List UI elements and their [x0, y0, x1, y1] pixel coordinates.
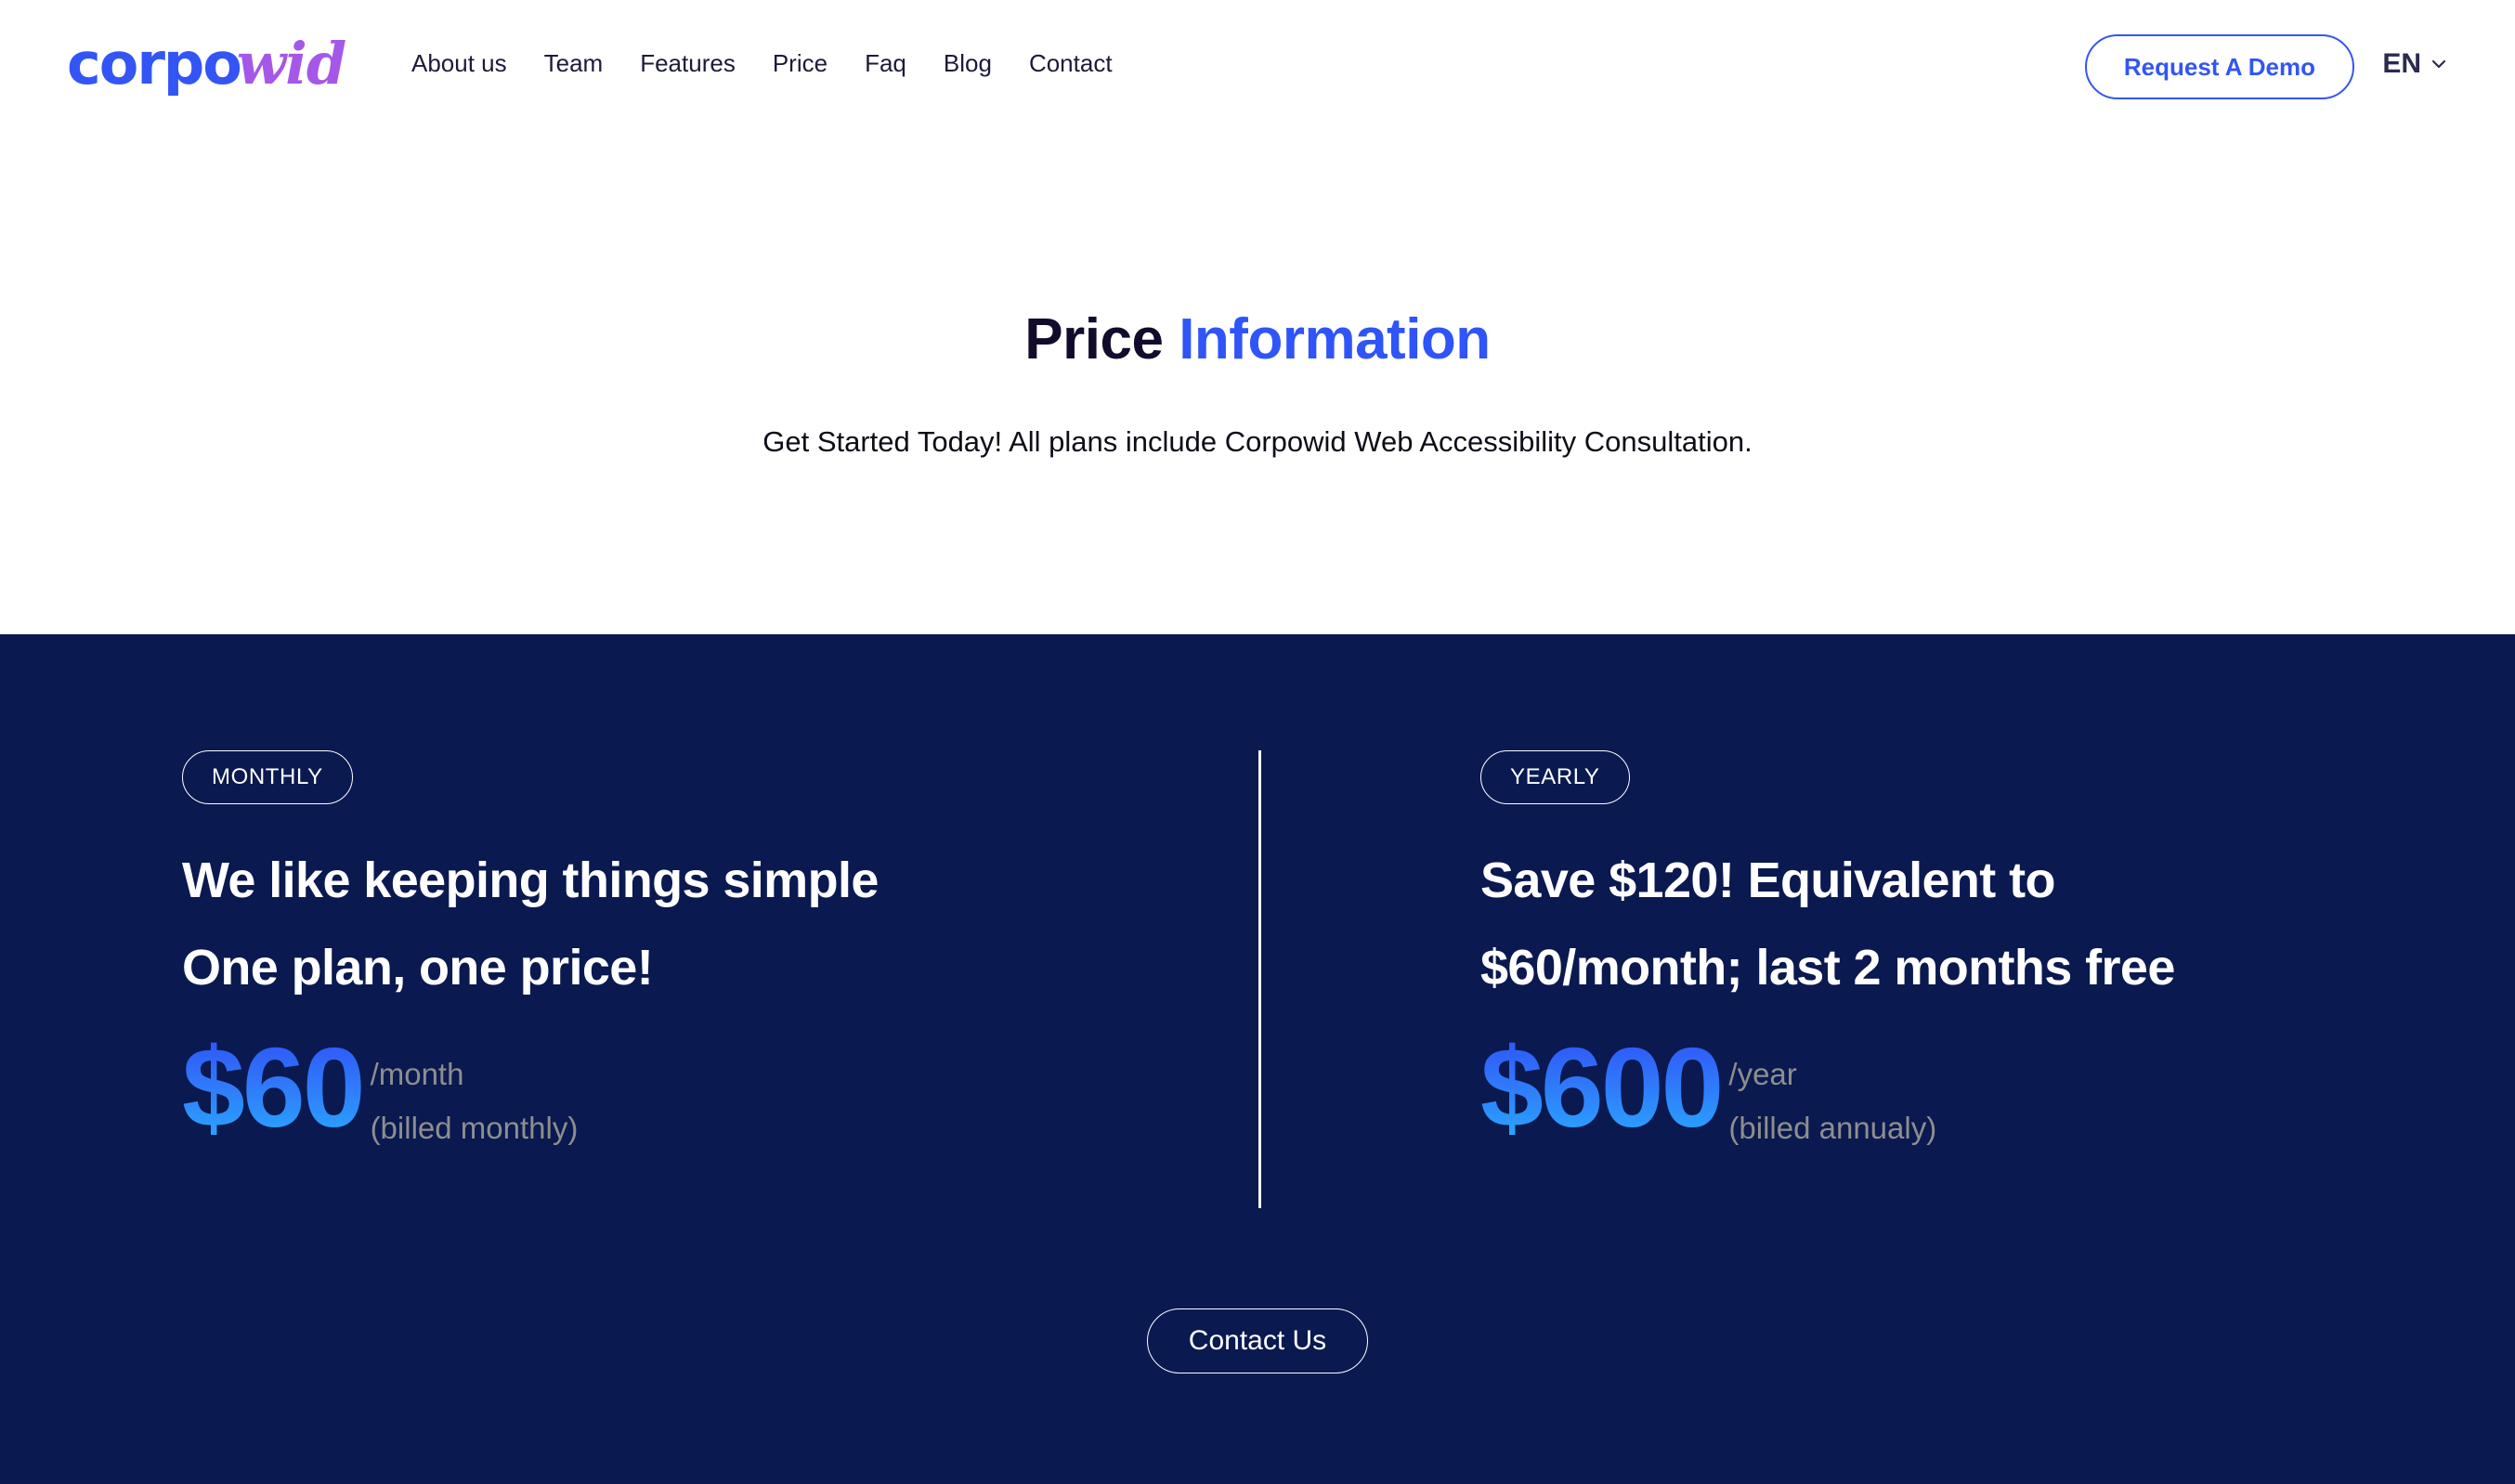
plan-price-period-yearly: /year	[1728, 1057, 1797, 1091]
contact-us-button[interactable]: Contact Us	[1146, 1308, 1369, 1373]
plan-price-meta-yearly: /year (billed annualy)	[1728, 1036, 1936, 1155]
logo-text-primary: corpo	[67, 30, 242, 98]
page-title: Price Information	[0, 306, 2515, 374]
nav-item-price[interactable]: Price	[754, 48, 846, 78]
contact-button-wrapper: Contact Us	[0, 1308, 2515, 1373]
language-selector[interactable]: EN	[2382, 48, 2448, 80]
page-root: corpowid About us Team Features Price Fa…	[0, 0, 2515, 1484]
plan-price-row-monthly: $60 /month (billed monthly)	[182, 1024, 1204, 1155]
language-label: EN	[2382, 48, 2421, 79]
plan-billing-note-yearly: (billed annualy)	[1728, 1111, 1937, 1145]
plan-headline-line-1: We like keeping things simple	[182, 853, 879, 908]
plan-headline-line-2: One plan, one price!	[182, 940, 654, 996]
nav-item-faq[interactable]: Faq	[846, 48, 925, 78]
nav-item-contact[interactable]: Contact	[1010, 48, 1131, 78]
plan-headline-yearly: Save $120! Equivalent to $60/month; last…	[1480, 837, 2502, 1011]
plan-price-amount-monthly: $60	[182, 1024, 366, 1151]
nav-item-about-us[interactable]: About us	[411, 48, 526, 78]
primary-navigation: About us Team Features Price Faq Blog Co…	[411, 48, 1131, 78]
nav-item-features[interactable]: Features	[621, 48, 754, 78]
site-header: corpowid About us Team Features Price Fa…	[0, 0, 2515, 156]
chevron-down-icon	[2430, 55, 2448, 73]
nav-item-team[interactable]: Team	[526, 48, 622, 78]
pricing-section: MONTHLY We like keeping things simple On…	[0, 634, 2515, 1484]
plan-badge-yearly: YEARLY	[1480, 750, 1630, 804]
request-demo-button[interactable]: Request A Demo	[2084, 34, 2354, 99]
page-title-part-dark: Price	[1024, 307, 1164, 371]
plan-headline-line-2: $60/month; last 2 months free	[1480, 940, 2175, 996]
page-title-part-accent: Information	[1179, 307, 1491, 371]
hero-section: Price Information Get Started Today! All…	[0, 156, 2515, 634]
plan-billing-note-monthly: (billed monthly)	[370, 1111, 579, 1145]
plan-badge-monthly: MONTHLY	[182, 750, 353, 804]
hero-subtitle: Get Started Today! All plans include Cor…	[762, 425, 1753, 458]
plan-price-amount-yearly: $600	[1480, 1024, 1724, 1151]
plan-price-period-monthly: /month	[370, 1057, 464, 1091]
logo-text-secondary: wid	[236, 30, 346, 98]
plan-price-row-yearly: $600 /year (billed annualy)	[1480, 1024, 2502, 1155]
plan-divider	[1258, 750, 1261, 1208]
site-logo[interactable]: corpowid	[67, 35, 346, 94]
plan-headline-line-1: Save $120! Equivalent to	[1480, 853, 2055, 908]
plan-headline-monthly: We like keeping things simple One plan, …	[182, 837, 1204, 1011]
pricing-plan-yearly: YEARLY Save $120! Equivalent to $60/mont…	[1480, 634, 2502, 1155]
plan-price-meta-monthly: /month (billed monthly)	[371, 1036, 579, 1155]
nav-item-blog[interactable]: Blog	[925, 48, 1010, 78]
pricing-plan-monthly: MONTHLY We like keeping things simple On…	[182, 634, 1204, 1155]
